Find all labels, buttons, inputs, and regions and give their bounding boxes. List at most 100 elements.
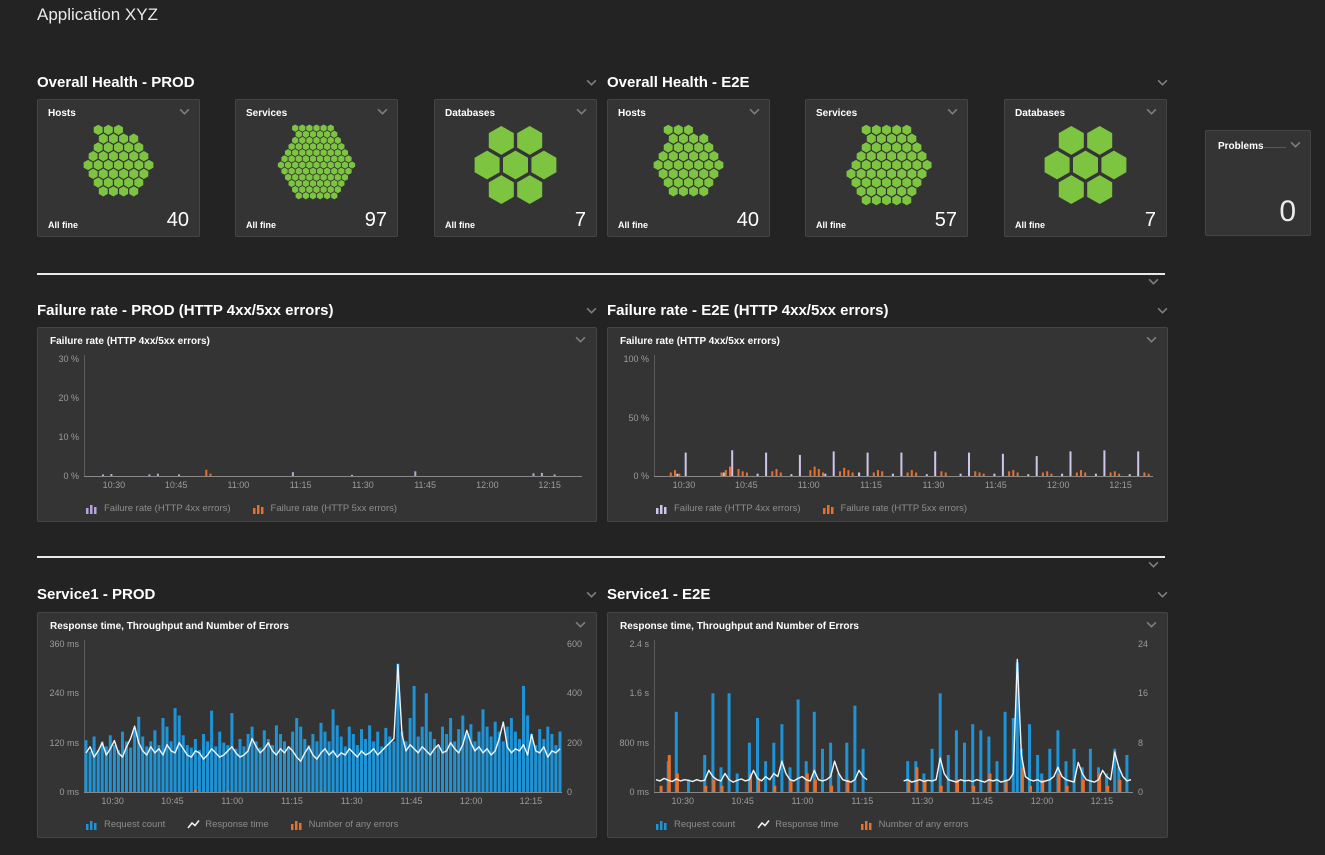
section-header-service1-e2e: Service1 - E2E bbox=[607, 584, 1168, 604]
bar bbox=[972, 786, 975, 792]
chart-tile-service1-prod[interactable]: Response time, Throughput and Number of … bbox=[37, 612, 597, 838]
hexagon bbox=[289, 155, 295, 162]
bar bbox=[263, 730, 266, 792]
bar bbox=[725, 470, 727, 476]
hexagon bbox=[877, 151, 886, 161]
hexagon bbox=[852, 177, 861, 187]
bar bbox=[182, 735, 185, 792]
chevron-down-icon[interactable] bbox=[1148, 278, 1159, 285]
hexagon bbox=[296, 192, 302, 199]
bar bbox=[1114, 471, 1116, 476]
hexagon bbox=[699, 133, 708, 143]
bar bbox=[546, 727, 549, 792]
legend-item[interactable]: Failure rate (HTTP 5xx errors) bbox=[253, 503, 398, 514]
hexagon bbox=[1073, 151, 1098, 180]
bar bbox=[259, 748, 262, 792]
axis-tick-label: 0 ms bbox=[629, 787, 649, 797]
hexagon bbox=[89, 169, 98, 179]
chevron-down-icon[interactable] bbox=[586, 79, 597, 86]
hexagon bbox=[335, 174, 341, 181]
tile-problems[interactable]: Problems 0 bbox=[1205, 130, 1311, 236]
chevron-down-icon[interactable] bbox=[1157, 307, 1168, 314]
bar bbox=[968, 453, 970, 476]
legend-item[interactable]: Response time bbox=[757, 819, 838, 830]
bar bbox=[178, 716, 181, 793]
hexagon bbox=[862, 160, 871, 170]
bar bbox=[989, 774, 992, 793]
hexagon bbox=[882, 125, 891, 135]
hexagon bbox=[296, 180, 302, 187]
legend-item[interactable]: Failure rate (HTTP 4xx errors) bbox=[86, 503, 231, 514]
axis-tick-label: 20 % bbox=[58, 393, 79, 403]
hexagon bbox=[907, 186, 916, 196]
bar bbox=[247, 734, 250, 792]
section-title: Service1 - E2E bbox=[607, 586, 710, 603]
hexagon bbox=[104, 160, 113, 170]
tile-services-prod[interactable]: Services All fine97 bbox=[235, 99, 398, 237]
bar bbox=[494, 722, 497, 792]
bar bbox=[1148, 474, 1150, 476]
bar bbox=[376, 732, 379, 792]
hexagon bbox=[320, 149, 326, 156]
chevron-down-icon[interactable] bbox=[1146, 621, 1157, 628]
hexagon bbox=[324, 155, 330, 162]
bar bbox=[441, 727, 444, 792]
chevron-down-icon[interactable] bbox=[377, 108, 388, 115]
bar bbox=[1027, 474, 1029, 476]
legend-item[interactable]: Number of any errors bbox=[291, 819, 399, 830]
axis-tick-label: 10:30 bbox=[101, 796, 124, 806]
chevron-down-icon[interactable] bbox=[947, 108, 958, 115]
bar bbox=[425, 693, 428, 792]
bar bbox=[348, 727, 351, 792]
chevron-down-icon[interactable] bbox=[179, 108, 190, 115]
chevron-down-icon[interactable] bbox=[586, 591, 597, 598]
bar bbox=[157, 474, 159, 476]
chevron-down-icon[interactable] bbox=[1148, 561, 1159, 568]
chevron-down-icon[interactable] bbox=[1157, 79, 1168, 86]
chevron-down-icon[interactable] bbox=[749, 108, 760, 115]
legend-item[interactable]: Failure rate (HTTP 5xx errors) bbox=[823, 503, 968, 514]
hexagon bbox=[299, 124, 305, 131]
chevron-down-icon[interactable] bbox=[1146, 108, 1157, 115]
tile-databases-prod[interactable]: Databases All fine7 bbox=[434, 99, 597, 237]
hexagon bbox=[134, 177, 143, 187]
hexagon bbox=[134, 160, 143, 170]
legend-item[interactable]: Failure rate (HTTP 4xx errors) bbox=[656, 503, 801, 514]
chevron-down-icon[interactable] bbox=[576, 108, 587, 115]
chevron-down-icon[interactable] bbox=[575, 336, 586, 343]
tile-services-e2e[interactable]: Services All fine57 bbox=[805, 99, 968, 237]
chart-tile-failure-e2e[interactable]: Failure rate (HTTP 4xx/5xx errors) 100 %… bbox=[607, 327, 1168, 522]
chevron-down-icon[interactable] bbox=[1290, 141, 1301, 148]
axis-tick-label: 16 bbox=[1138, 688, 1148, 698]
hexagon bbox=[689, 133, 698, 143]
tile-hosts-e2e[interactable]: Hosts All fine40 bbox=[607, 99, 770, 237]
chart-tile-service1-e2e[interactable]: Response time, Throughput and Number of … bbox=[607, 612, 1168, 838]
bar bbox=[218, 732, 221, 792]
chart-tile-failure-prod[interactable]: Failure rate (HTTP 4xx/5xx errors) 30 %2… bbox=[37, 327, 597, 522]
hexagon bbox=[331, 155, 337, 162]
bar bbox=[113, 745, 116, 792]
legend-item[interactable]: Response time bbox=[187, 819, 268, 830]
hexagon bbox=[669, 151, 678, 161]
chevron-down-icon[interactable] bbox=[1157, 591, 1168, 598]
hexagon bbox=[1059, 126, 1084, 155]
tile-databases-e2e[interactable]: Databases All fine7 bbox=[1004, 99, 1167, 237]
bar bbox=[947, 755, 950, 792]
tile-hosts-prod[interactable]: Hosts All fine40 bbox=[37, 99, 200, 237]
legend-item[interactable]: Request count bbox=[656, 819, 735, 830]
hexagon bbox=[902, 195, 911, 205]
hexagon bbox=[489, 175, 514, 204]
tile-title: Services bbox=[816, 108, 857, 119]
chevron-down-icon[interactable] bbox=[1146, 336, 1157, 343]
chevron-down-icon[interactable] bbox=[586, 307, 597, 314]
legend-item[interactable]: Request count bbox=[86, 819, 165, 830]
hexagon bbox=[331, 131, 337, 138]
axis-tick-label: 10:45 bbox=[161, 796, 184, 806]
bar bbox=[1084, 473, 1086, 477]
hexagon bbox=[897, 133, 906, 143]
chevron-down-icon[interactable] bbox=[575, 621, 586, 628]
hexagon bbox=[689, 169, 698, 179]
hexagon bbox=[124, 142, 133, 152]
legend-item[interactable]: Number of any errors bbox=[861, 819, 969, 830]
bar bbox=[1029, 786, 1032, 792]
